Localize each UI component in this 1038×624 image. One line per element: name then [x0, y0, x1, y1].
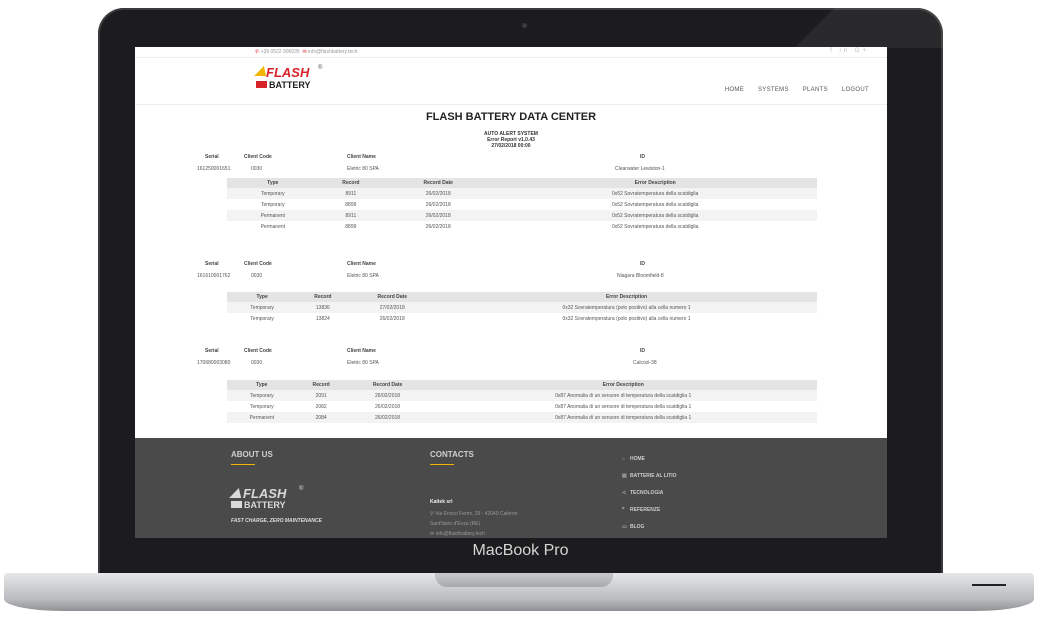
- table-row: Permanent 8911 26/02/2018 0x52 Sovratempera…: [227, 210, 817, 221]
- share-icon: ≺: [622, 490, 627, 496]
- device-label: MacBook Pro: [472, 542, 569, 559]
- about-title: ABOUT US: [231, 450, 273, 459]
- table-row: Permanent 2084 26/02/2018 0x87 Anomalia di …: [227, 412, 817, 423]
- footer-link-batterie[interactable]: ▤ BATTERIE AL LITIO: [622, 473, 677, 479]
- client-name-header: Client Name: [347, 348, 376, 354]
- client-code-value: 0030: [251, 166, 263, 172]
- report-content: FLASH BATTERY DATA CENTER AUTO ALERT SYS…: [135, 105, 887, 436]
- phone-icon: ✆: [255, 49, 260, 55]
- table-row: Temporary 2082 26/02/2018 0x87 Anomalia di …: [249, 403, 692, 410]
- id-value: Calcozi-38: [633, 360, 657, 366]
- company-name: Kaitek srl: [430, 499, 453, 505]
- page-title: FLASH BATTERY DATA CENTER: [425, 111, 597, 123]
- city-line: Sant'Ilario d'Enza (RE): [430, 521, 481, 527]
- contacts-divider: [430, 464, 454, 465]
- table-header-row: Type Record Record Date Error Descriptio…: [227, 380, 817, 390]
- id-header: ID: [640, 348, 645, 354]
- footer-link-referenze[interactable]: ❞ REFERENZE: [622, 507, 660, 513]
- id-header: ID: [640, 261, 645, 267]
- footer-link-tecnologia[interactable]: ≺ TECNOLOGIA: [622, 490, 663, 496]
- screen: ✆ +39 0522 906035 ✉ info@flashbattery.te…: [135, 47, 887, 538]
- serial-header: Serial: [205, 261, 219, 267]
- contact-info: ✆ +39 0522 906035 ✉ info@flashbattery.te…: [255, 49, 358, 55]
- nav-home[interactable]: HOME: [725, 87, 744, 93]
- col-record-date: Record Date: [383, 178, 494, 188]
- client-name-value: Eletric 80 SPA: [347, 360, 379, 366]
- client-name-header: Client Name: [347, 261, 376, 267]
- logo-reg: ®: [318, 65, 323, 71]
- navbar: FLASH ® BATTERY HOME SYSTEMS PLANTS LOGO…: [135, 58, 887, 105]
- table-row: Temporary 8899 26/02/2018 0x52 Sovratempera…: [260, 201, 699, 208]
- client-name-header: Client Name: [347, 154, 376, 160]
- email-link[interactable]: info@flashbattery.tech: [308, 49, 357, 55]
- footer-link-blog[interactable]: ▭ BLOG: [622, 524, 644, 530]
- serial-value: 161610001762: [197, 273, 231, 279]
- table-row: Temporary 8911 26/02/2018 0x52 Sovratempera…: [227, 188, 817, 199]
- phone-link[interactable]: +39 0522 906035: [261, 49, 300, 55]
- error-table: Type Record Record Date Error Descriptio…: [227, 380, 817, 423]
- monitor-icon: ▭: [622, 524, 627, 530]
- footer-link-home[interactable]: ⌂ HOME: [622, 456, 645, 462]
- site-footer: ABOUT US FLASH ® BATTERY FAST CHARGE, ZE…: [135, 438, 887, 538]
- logo-subtext: BATTERY: [256, 80, 311, 90]
- logo-text: FLASH: [266, 65, 310, 80]
- client-code-header: Client Code: [244, 154, 272, 160]
- table-row: Temporary 2091 26/02/2018 0x87 Anomalia di …: [227, 390, 817, 401]
- client-name-value: Eletric 80 SPA: [347, 166, 379, 172]
- nav-systems[interactable]: SYSTEMS: [758, 87, 789, 93]
- col-record: Record: [318, 178, 384, 188]
- camera-icon: [522, 23, 527, 28]
- contacts-title: CONTACTS: [430, 450, 474, 459]
- footer-email[interactable]: ✉ info@flashbattery.tech: [430, 531, 485, 537]
- about-divider: [231, 464, 255, 465]
- id-value: Clearwater Lewiston-1: [615, 166, 665, 172]
- table-header-row: Type Record Record Date Error Descriptio…: [227, 292, 817, 302]
- nav-plants[interactable]: PLANTS: [803, 87, 828, 93]
- top-bar: ✆ +39 0522 906035 ✉ info@flashbattery.te…: [135, 47, 887, 58]
- address-line: ⚲ Via Enrico Fermi, 29 - 42049 Calerno: [430, 511, 518, 517]
- client-code-value: 0030: [251, 273, 263, 279]
- report-date: 27/02/2018 00:00: [491, 143, 531, 149]
- error-table: Type Record Record Date Error Descriptio…: [227, 178, 817, 232]
- social-links[interactable]: f in G+: [830, 48, 869, 54]
- id-value: Niagara Bloomfield-8: [617, 273, 664, 279]
- logo[interactable]: FLASH ® BATTERY: [254, 65, 336, 97]
- error-table: Type Record Record Date Error Descriptio…: [227, 292, 817, 324]
- client-code-value: 0030: [251, 360, 263, 366]
- mail-icon: ✉: [302, 49, 307, 55]
- client-name-value: Eletric 80 SPA: [347, 273, 379, 279]
- quote-icon: ❞: [622, 507, 625, 513]
- serial-header: Serial: [205, 348, 219, 354]
- table-row: Permanent 8899 26/02/2018 0x52 Sovratempera…: [260, 223, 699, 230]
- laptop-notch: [435, 573, 613, 587]
- table-row: Temporary 13836 27/02/2018 0x32 Sovratemper…: [227, 302, 817, 313]
- id-header: ID: [640, 154, 645, 160]
- client-code-header: Client Code: [244, 261, 272, 267]
- table-row: Temporary 13824 26/02/2018 0x32 Sovratemper…: [250, 315, 691, 322]
- serial-header: Serial: [205, 154, 219, 160]
- client-code-header: Client Code: [244, 348, 272, 354]
- col-error-description: Error Description: [493, 178, 817, 188]
- main-nav: HOME SYSTEMS PLANTS LOGOUT: [713, 87, 869, 93]
- serial-value: 161250001651: [197, 166, 231, 172]
- laptop-mockup: ✆ +39 0522 906035 ✉ info@flashbattery.te…: [0, 0, 1038, 624]
- battery-icon: ▤: [622, 473, 627, 479]
- tagline: FAST CHARGE, ZERO MAINTENANCE: [231, 518, 322, 524]
- home-icon: ⌂: [622, 456, 626, 462]
- base-indicator: [972, 584, 1006, 586]
- table-header-row: Type Record Record Date Error Descriptio…: [227, 178, 817, 188]
- col-type: Type: [227, 178, 319, 188]
- serial-value: 170680003080: [197, 360, 231, 366]
- nav-logout[interactable]: LOGOUT: [842, 87, 869, 93]
